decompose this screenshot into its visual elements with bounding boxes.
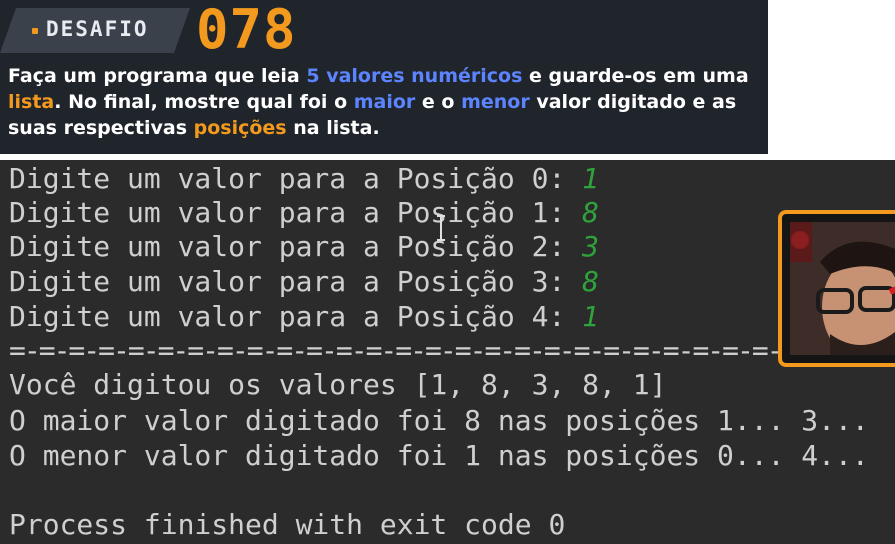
prompt-text: Digite um valor para a Posição 4: [9, 300, 583, 333]
user-input-value: 8 [582, 196, 600, 229]
user-input-value: 3 [582, 230, 600, 263]
description-text: e o [415, 91, 462, 113]
description-highlight: menor [461, 91, 530, 113]
description-highlight: posições [193, 117, 287, 139]
description-text: . No final, mostre qual foi o [54, 91, 354, 113]
prompt-text: Digite um valor para a Posição 1: [9, 196, 583, 229]
console-line-min: O menor valor digitado foi 1 nas posiçõe… [9, 439, 869, 472]
presenter-icon [790, 222, 895, 355]
text-cursor-icon [437, 215, 445, 241]
user-input-value: 1 [582, 300, 600, 333]
challenge-tag-label: DESAFIO [46, 17, 149, 41]
console-line-values: Você digitou os valores [1, 8, 3, 8, 1] [9, 368, 667, 401]
user-input-value: 8 [582, 265, 600, 298]
description-highlight: 5 valores numéricos [306, 65, 523, 87]
console-line-prompt: Digite um valor para a Posição 0: 1 [9, 162, 599, 196]
description-text: na lista. [286, 117, 380, 139]
console-separator: =-=-=-=-=-=-=-=-=-=-=-=-=-=-=-=-=-=-=-=-… [9, 334, 895, 367]
bullet-icon [32, 28, 38, 34]
prompt-text: Digite um valor para a Posição 0: [9, 162, 583, 195]
console-line-prompt: Digite um valor para a Posição 2: 3 [9, 230, 599, 264]
description-text: Faça um programa que leia [8, 65, 307, 87]
presenter-video [790, 222, 895, 355]
console-line-prompt: Digite um valor para a Posição 3: 8 [9, 265, 599, 299]
console-line-prompt: Digite um valor para a Posição 1: 8 [9, 196, 599, 230]
description-highlight: lista [8, 91, 55, 113]
console-line-prompt: Digite um valor para a Posição 4: 1 [9, 300, 599, 334]
console-line-max: O maior valor digitado foi 8 nas posiçõe… [9, 404, 869, 437]
challenge-description: Faça um programa que leia 5 valores numé… [8, 63, 763, 141]
description-text: e guarde-os em uma [522, 65, 749, 87]
prompt-text: Digite um valor para a Posição 3: [9, 265, 583, 298]
webcam-overlay [778, 210, 895, 367]
user-input-value: 1 [582, 162, 600, 195]
description-highlight: maior [353, 91, 416, 113]
challenge-banner: DESAFIO 078 Faça um programa que leia 5 … [0, 0, 768, 154]
challenge-number: 078 [196, 0, 297, 61]
prompt-text: Digite um valor para a Posição 2: [9, 230, 583, 263]
console-line-exit: Process finished with exit code 0 [9, 508, 566, 541]
